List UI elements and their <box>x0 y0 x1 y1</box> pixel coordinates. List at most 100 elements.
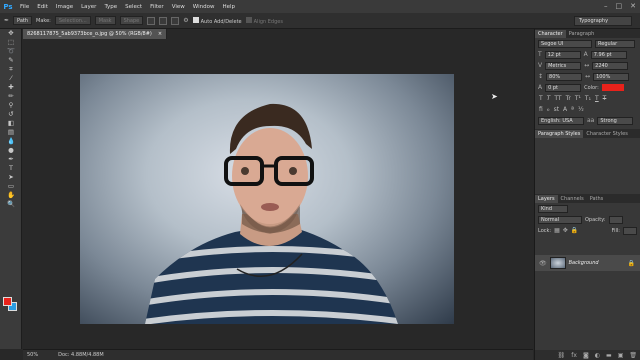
lasso-tool-icon[interactable]: ➰ <box>0 47 22 56</box>
subscript-button[interactable]: T₁ <box>585 95 591 102</box>
type-tool-icon[interactable]: T <box>0 164 22 173</box>
link-layers-icon[interactable]: ⛓ <box>558 352 566 359</box>
leading-field[interactable]: 7.96 pt <box>590 50 627 59</box>
healing-brush-tool-icon[interactable]: ✚ <box>0 83 22 92</box>
path-selection-tool-icon[interactable]: ➤ <box>0 173 22 182</box>
history-brush-tool-icon[interactable]: ↺ <box>0 110 22 119</box>
marquee-tool-icon[interactable]: ⬚ <box>0 38 22 47</box>
titling-icon[interactable]: A <box>563 106 567 113</box>
dodge-tool-icon[interactable]: ● <box>0 146 22 155</box>
lock-pixels-icon[interactable]: ▦ <box>554 227 560 234</box>
lock-all-icon[interactable]: 🔒 <box>571 227 578 234</box>
new-group-icon[interactable]: ▬ <box>606 352 612 359</box>
path-mode-select[interactable]: Path <box>13 16 33 25</box>
font-size-field[interactable]: 12 pt <box>544 50 581 59</box>
horizontal-scale-field[interactable]: 100% <box>593 72 630 81</box>
quick-select-tool-icon[interactable]: ✎ <box>0 56 22 65</box>
adjustment-layer-icon[interactable]: ◐ <box>595 352 600 359</box>
zoom-tool-icon[interactable]: 🔍 <box>0 200 22 209</box>
path-arrangement-icon[interactable] <box>171 16 180 25</box>
rectangle-tool-icon[interactable]: ▭ <box>0 182 22 191</box>
brush-tool-icon[interactable]: ✏ <box>0 92 22 101</box>
all-caps-button[interactable]: TT <box>554 95 561 102</box>
tab-channels[interactable]: Channels <box>558 195 587 203</box>
menu-view[interactable]: View <box>168 4 189 10</box>
new-layer-icon[interactable]: ▣ <box>618 352 624 359</box>
ligature-icon[interactable]: fi <box>539 106 543 113</box>
tracking-field[interactable]: 2240 <box>592 61 629 70</box>
path-alignment-icon[interactable] <box>159 16 168 25</box>
faux-italic-button[interactable]: T <box>547 95 551 102</box>
blur-tool-icon[interactable]: 💧 <box>0 137 22 146</box>
add-mask-icon[interactable]: ◙ <box>583 352 589 359</box>
menu-select[interactable]: Select <box>121 4 146 10</box>
small-caps-button[interactable]: Tr <box>566 95 571 102</box>
tab-layers[interactable]: Layers <box>535 195 558 203</box>
layer-row-background[interactable]: 👁 Background 🔒 <box>535 255 640 271</box>
layer-name[interactable]: Background <box>569 260 599 266</box>
workspace-switcher[interactable]: Typography <box>574 16 632 26</box>
anti-alias-select[interactable]: Strong <box>597 116 634 125</box>
shape-button[interactable]: Shape <box>119 16 144 25</box>
color-swatches[interactable] <box>3 297 17 311</box>
zoom-level[interactable]: 50% <box>27 352 38 358</box>
language-select[interactable]: English: USA <box>538 116 584 125</box>
font-family-select[interactable]: Segoe UI <box>538 39 592 48</box>
menu-filter[interactable]: Filter <box>146 4 168 10</box>
menu-help[interactable]: Help <box>218 4 239 10</box>
move-tool-icon[interactable]: ✥ <box>0 29 22 38</box>
menu-window[interactable]: Window <box>189 4 219 10</box>
menu-file[interactable]: File <box>16 4 33 10</box>
hand-tool-icon[interactable]: ✋ <box>0 191 22 200</box>
opacity-field[interactable] <box>608 215 623 224</box>
crop-tool-icon[interactable]: ⌗ <box>0 65 22 74</box>
tab-paragraph[interactable]: Paragraph <box>566 30 598 38</box>
close-button[interactable]: ✕ <box>630 2 636 10</box>
menu-type[interactable]: Type <box>100 4 121 10</box>
minimize-button[interactable]: – <box>604 2 608 10</box>
font-style-select[interactable]: Regular <box>595 39 635 48</box>
gear-icon[interactable]: ⚙ <box>183 17 188 24</box>
mask-button[interactable]: Mask <box>94 16 116 25</box>
gradient-tool-icon[interactable]: ▤ <box>0 128 22 137</box>
document-image[interactable] <box>80 74 454 324</box>
fill-field[interactable] <box>623 226 637 235</box>
ordinals-icon[interactable]: ª <box>571 106 574 113</box>
eyedropper-tool-icon[interactable]: ⁄ <box>0 74 22 83</box>
stylistic-alternates-icon[interactable]: st <box>554 106 559 113</box>
selection-button[interactable]: Selection... <box>54 16 91 25</box>
close-tab-icon[interactable]: × <box>158 31 162 37</box>
baseline-shift-field[interactable]: 0 pt <box>545 83 582 92</box>
underline-button[interactable]: T <box>595 95 599 102</box>
tab-paragraph-styles[interactable]: Paragraph Styles <box>535 130 584 138</box>
swash-icon[interactable]: ℴ <box>547 106 550 113</box>
tab-character-styles[interactable]: Character Styles <box>583 130 630 138</box>
vertical-scale-field[interactable]: 80% <box>546 72 583 81</box>
superscript-button[interactable]: T¹ <box>575 95 581 102</box>
foreground-color-swatch[interactable] <box>3 297 12 306</box>
auto-add-delete-checkbox[interactable]: Auto Add/Delete <box>192 16 242 25</box>
clone-stamp-tool-icon[interactable]: ⚲ <box>0 101 22 110</box>
text-color-swatch[interactable] <box>601 84 624 91</box>
layer-style-icon[interactable]: fx <box>571 352 577 359</box>
align-edges-checkbox[interactable]: Align Edges <box>245 16 283 25</box>
blend-mode-select[interactable]: Normal <box>538 215 582 224</box>
kerning-field[interactable]: Metrics <box>545 61 582 70</box>
trash-icon[interactable]: 🗑 <box>629 352 637 359</box>
tab-character[interactable]: Character <box>535 30 566 38</box>
layer-kind-filter[interactable]: Kind <box>538 204 568 213</box>
document-tab[interactable]: 8268117875_5ab9373bce_o.jpg @ 50% (RGB/8… <box>23 29 168 39</box>
strikethrough-button[interactable]: T <box>603 95 607 102</box>
tab-paths[interactable]: Paths <box>587 195 607 203</box>
pen-tool-icon[interactable]: ✒ <box>4 17 9 24</box>
maximize-button[interactable]: □ <box>616 2 623 10</box>
fractions-icon[interactable]: ½ <box>578 106 584 113</box>
pen-tool-icon[interactable]: ✒ <box>0 155 22 164</box>
path-operations-icon[interactable] <box>147 16 156 25</box>
visibility-eye-icon[interactable]: 👁 <box>539 260 547 267</box>
eraser-tool-icon[interactable]: ◧ <box>0 119 22 128</box>
menu-image[interactable]: Image <box>52 4 77 10</box>
menu-edit[interactable]: Edit <box>33 4 52 10</box>
lock-position-icon[interactable]: ✥ <box>563 227 568 234</box>
faux-bold-button[interactable]: T <box>539 95 543 102</box>
